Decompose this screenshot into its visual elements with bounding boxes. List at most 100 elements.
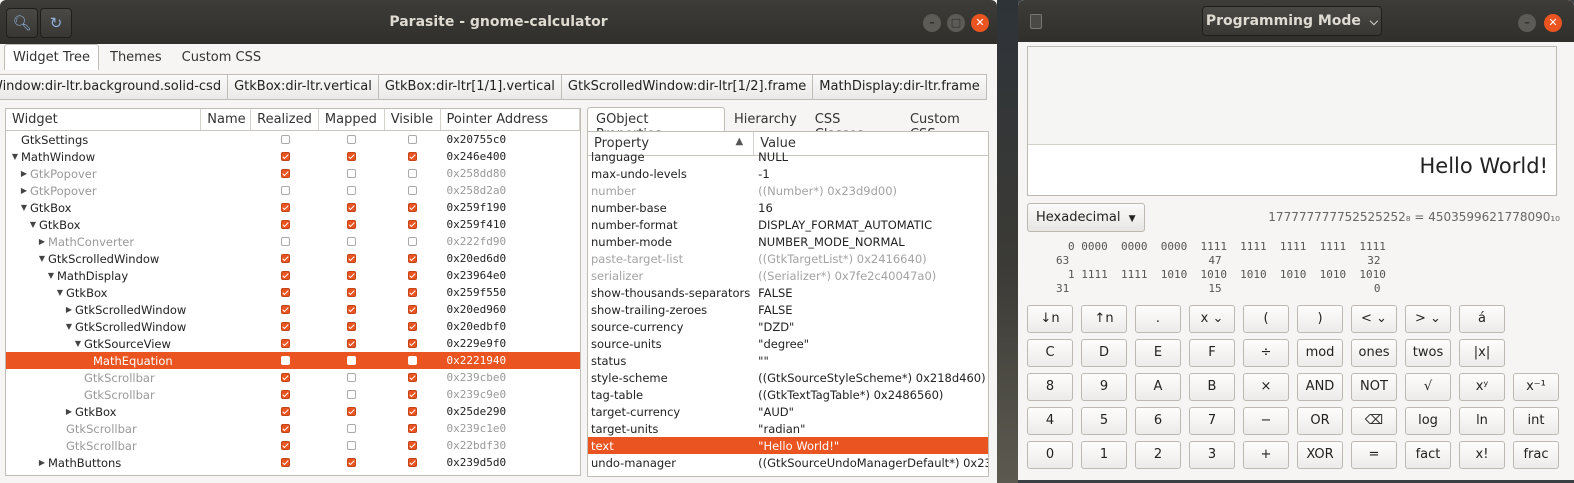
realized-checkbox[interactable] <box>280 407 290 416</box>
mapped-checkbox[interactable] <box>347 356 357 365</box>
expander-open-icon[interactable]: ▼ <box>55 288 65 297</box>
key-button[interactable]: ones <box>1351 339 1397 367</box>
breadcrumb-item[interactable]: GtkBox:dir-ltr.vertical <box>227 74 379 100</box>
property-value[interactable]: NULL <box>754 150 988 164</box>
property-value[interactable]: ((GtkTextTagTable*) 0x2486560) <box>754 388 988 402</box>
tree-row[interactable]: ▶ GtkScrolledWindow 0x20ed960 <box>6 301 580 318</box>
property-value[interactable]: "AUD" <box>754 405 988 419</box>
visible-checkbox[interactable] <box>408 390 418 399</box>
breadcrumb-item[interactable]: GtkScrolledWindow:dir-ltr[1/2].frame <box>560 74 814 100</box>
property-row[interactable]: target-units "radian" <box>588 420 988 437</box>
property-row[interactable]: tag-table ((GtkTextTagTable*) 0x2486560) <box>588 386 988 403</box>
expander-open-icon[interactable]: ▼ <box>19 203 29 212</box>
visible-checkbox[interactable] <box>408 322 418 331</box>
property-value[interactable]: "Hello World!" <box>754 439 988 453</box>
visible-checkbox[interactable] <box>408 288 418 297</box>
property-row[interactable]: max-undo-levels -1 <box>588 165 988 182</box>
display-expression[interactable]: Hello World! <box>1419 154 1548 178</box>
key-button[interactable]: OR <box>1297 407 1343 435</box>
maximize-button[interactable]: □ <box>947 14 965 32</box>
expander-closed-icon[interactable]: ▶ <box>19 186 29 195</box>
key-button[interactable]: x⁻¹ <box>1513 373 1559 401</box>
breadcrumb-item[interactable]: GtkBox:dir-ltr[1/1].vertical <box>377 74 562 100</box>
key-button[interactable]: twos <box>1405 339 1451 367</box>
column-mapped[interactable]: Mapped <box>319 109 385 130</box>
visible-checkbox[interactable] <box>408 152 418 161</box>
property-row[interactable]: source-units "degree" <box>588 335 988 352</box>
mapped-checkbox[interactable] <box>347 186 357 195</box>
tree-row[interactable]: GtkScrollbar 0x22bdf30 <box>6 437 580 454</box>
key-button[interactable]: B <box>1189 373 1235 401</box>
column-name[interactable]: Name <box>201 109 252 130</box>
key-button[interactable]: x ⌄ <box>1189 305 1235 333</box>
expander-open-icon[interactable]: ▼ <box>64 322 74 331</box>
tree-row[interactable]: ▼ GtkBox 0x259f550 <box>6 284 580 301</box>
expander-open-icon[interactable]: ▼ <box>10 152 20 161</box>
mapped-checkbox[interactable] <box>347 152 357 161</box>
property-value[interactable]: ((Serializer*) 0x7fe2c40047a0) <box>754 269 988 283</box>
visible-checkbox[interactable] <box>408 203 418 212</box>
key-button[interactable]: 5 <box>1081 407 1127 435</box>
property-value[interactable]: 16 <box>754 201 988 215</box>
key-button[interactable]: 9 <box>1081 373 1127 401</box>
tree-row[interactable]: ▼ GtkScrolledWindow 0x20edbf0 <box>6 318 580 335</box>
expander-closed-icon[interactable]: ▶ <box>64 305 74 314</box>
property-value[interactable]: "radian" <box>754 422 988 436</box>
key-button[interactable]: x! <box>1459 441 1505 469</box>
tree-row[interactable]: GtkSettings 0x20755c0 <box>6 131 580 148</box>
property-row[interactable]: number ((Number*) 0x23d9d00) <box>588 182 988 199</box>
expander-closed-icon[interactable]: ▶ <box>37 237 47 246</box>
expander-open-icon[interactable]: ▼ <box>73 339 83 348</box>
key-button[interactable]: > ⌄ <box>1405 305 1451 333</box>
breadcrumb-item[interactable]: MathDisplay:dir-ltr.frame <box>812 74 987 100</box>
mapped-checkbox[interactable] <box>347 407 357 416</box>
property-row[interactable]: number-base 16 <box>588 199 988 216</box>
column-pointer-address[interactable]: Pointer Address <box>441 109 580 130</box>
key-button[interactable]: ÷ <box>1243 339 1289 367</box>
key-button[interactable]: |x| <box>1459 339 1505 367</box>
key-button[interactable]: 2 <box>1135 441 1181 469</box>
base-select[interactable]: Hexadecimal ▼ <box>1027 203 1145 232</box>
property-value[interactable]: ((GtkSourceStyleScheme*) 0x218d460) <box>754 371 988 385</box>
property-row[interactable]: target-currency "AUD" <box>588 403 988 420</box>
tree-row[interactable]: GtkScrollbar 0x239c1e0 <box>6 420 580 437</box>
property-value[interactable]: FALSE <box>754 286 988 300</box>
realized-checkbox[interactable] <box>280 424 290 433</box>
mode-menu-button[interactable]: Programming Mode ⌵ <box>1202 6 1382 36</box>
key-button[interactable]: E <box>1135 339 1181 367</box>
key-button[interactable]: 7 <box>1189 407 1235 435</box>
visible-checkbox[interactable] <box>408 305 418 314</box>
property-row[interactable]: text "Hello World!" <box>588 437 988 454</box>
visible-checkbox[interactable] <box>408 356 418 365</box>
tree-row[interactable]: GtkScrollbar 0x239c9e0 <box>6 386 580 403</box>
realized-checkbox[interactable] <box>280 135 290 144</box>
tab-custom-css[interactable]: Custom CSS <box>173 44 271 70</box>
visible-checkbox[interactable] <box>408 424 418 433</box>
key-button[interactable]: < ⌄ <box>1351 305 1397 333</box>
key-button[interactable]: A <box>1135 373 1181 401</box>
expander-open-icon[interactable]: ▼ <box>28 220 38 229</box>
property-row[interactable]: paste-target-list ((GtkTargetList*) 0x241… <box>588 250 988 267</box>
tree-row[interactable]: ▶ MathConverter 0x222fd90 <box>6 233 580 250</box>
key-button[interactable]: 0 <box>1027 441 1073 469</box>
property-row[interactable]: show-trailing-zeroes FALSE <box>588 301 988 318</box>
visible-checkbox[interactable] <box>408 220 418 229</box>
key-button[interactable]: . <box>1135 305 1181 333</box>
key-button[interactable]: D <box>1081 339 1127 367</box>
realized-checkbox[interactable] <box>280 169 290 178</box>
visible-checkbox[interactable] <box>408 254 418 263</box>
tree-row[interactable]: ▼ GtkBox 0x259f190 <box>6 199 580 216</box>
mapped-checkbox[interactable] <box>347 288 357 297</box>
visible-checkbox[interactable] <box>408 186 418 195</box>
key-button[interactable]: NOT <box>1351 373 1397 401</box>
realized-checkbox[interactable] <box>280 356 290 365</box>
mapped-checkbox[interactable] <box>347 441 357 450</box>
close-button[interactable]: ✕ <box>971 14 989 32</box>
bits-low[interactable]: 1 1111 1111 1010 1010 1010 1010 1010 101… <box>1068 268 1386 282</box>
property-row[interactable]: serializer ((Serializer*) 0x7fe2c40047a0) <box>588 267 988 284</box>
realized-checkbox[interactable] <box>280 203 290 212</box>
tree-row[interactable]: ▼ GtkSourceView 0x229e9f0 <box>6 335 580 352</box>
key-button[interactable]: mod <box>1297 339 1343 367</box>
mapped-checkbox[interactable] <box>347 424 357 433</box>
key-button[interactable]: AND <box>1297 373 1343 401</box>
